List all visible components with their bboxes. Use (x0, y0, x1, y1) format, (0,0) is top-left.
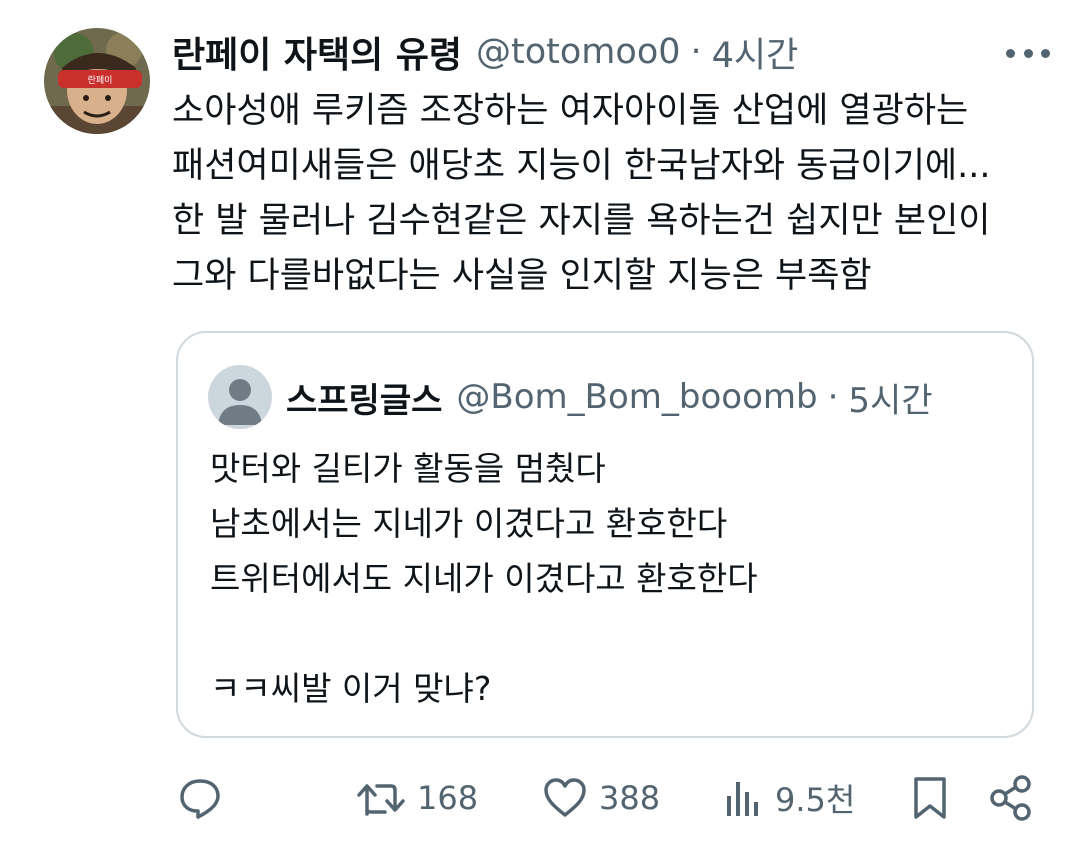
quoted-tweet-header: 스프링글스 @Bom_Bom_booomb · 5시간 (286, 371, 933, 423)
quoted-author-handle[interactable]: @Bom_Bom_booomb (456, 377, 817, 417)
quoted-header-separator: · (827, 377, 839, 417)
quoted-text-line: 남초에서는 지네가 이겼다고 환호한다 (210, 504, 728, 543)
reply-icon (180, 779, 220, 819)
more-dot-icon (1006, 48, 1015, 58)
quoted-author-display-name[interactable]: 스프링글스 (286, 373, 442, 422)
retweet-button[interactable]: 168 (355, 768, 478, 828)
tweet-header: 란페이 자택의 유령 @totomoo0 · 4시간 (172, 28, 1060, 76)
quoted-text-line: 맛터와 길티가 활동을 멈췄다 (210, 449, 606, 488)
share-button[interactable] (988, 768, 1034, 828)
avatar-headband-text: 란페이 (88, 74, 113, 86)
quoted-text-line: ㅋㅋ씨발 이거 맞냐? (210, 669, 492, 708)
quoted-author-avatar[interactable] (208, 365, 272, 429)
bookmark-icon (914, 777, 946, 819)
views-icon (727, 782, 758, 816)
author-avatar[interactable]: 란페이 (44, 28, 150, 134)
tweet-text-line: 패션여미새들은 애당초 지능이 한국남자와 동급이기에... (172, 146, 991, 186)
bookmark-button[interactable] (910, 768, 950, 828)
more-dot-icon (1023, 48, 1033, 58)
share-icon (990, 775, 1031, 821)
tweet-body: 소아성애 루키즘 조장하는 여자아이돌 산업에 열광하는 패션여미새들은 애당초… (172, 84, 1042, 304)
like-count: 388 (599, 779, 661, 817)
tweet-action-bar: 168 388 9.5천 (0, 768, 1080, 828)
more-dot-icon (1041, 48, 1050, 58)
quoted-tweet-card[interactable]: 스프링글스 @Bom_Bom_booomb · 5시간 맛터와 길티가 활동을 … (176, 331, 1034, 738)
tweet-text-line: 소아성애 루키즘 조장하는 여자아이돌 산업에 열광하는 (172, 91, 969, 131)
views-count: 9.5천 (775, 781, 856, 819)
retweet-count: 168 (417, 779, 479, 817)
avatar-image: 란페이 (44, 28, 150, 134)
tweet-text-line: 한 발 물러나 김수현같은 자지를 욕하는건 쉽지만 본인이 (172, 201, 991, 241)
like-button[interactable]: 388 (541, 768, 660, 828)
default-avatar-icon (208, 365, 272, 429)
author-handle[interactable]: @totomoo0 (476, 32, 680, 72)
reply-button[interactable] (176, 768, 224, 828)
quoted-tweet-timestamp[interactable]: 5시간 (848, 373, 932, 422)
quoted-tweet-body: 맛터와 길티가 활동을 멈췄다 남초에서는 지네가 이겼다고 환호한다 트위터에… (210, 441, 1000, 716)
quoted-text-line: 트위터에서도 지네가 이겼다고 환호한다 (210, 559, 758, 598)
tweet-text-line: 그와 다를바없다는 사실을 인지할 지능은 부족함 (172, 256, 872, 296)
retweet-icon (357, 784, 405, 816)
header-separator: · (690, 32, 702, 72)
author-display-name[interactable]: 란페이 자택의 유령 (172, 26, 462, 78)
views-button[interactable]: 9.5천 (723, 768, 855, 828)
tweet-timestamp[interactable]: 4시간 (712, 27, 799, 78)
heart-icon (544, 778, 586, 817)
more-options-button[interactable] (1006, 42, 1050, 64)
